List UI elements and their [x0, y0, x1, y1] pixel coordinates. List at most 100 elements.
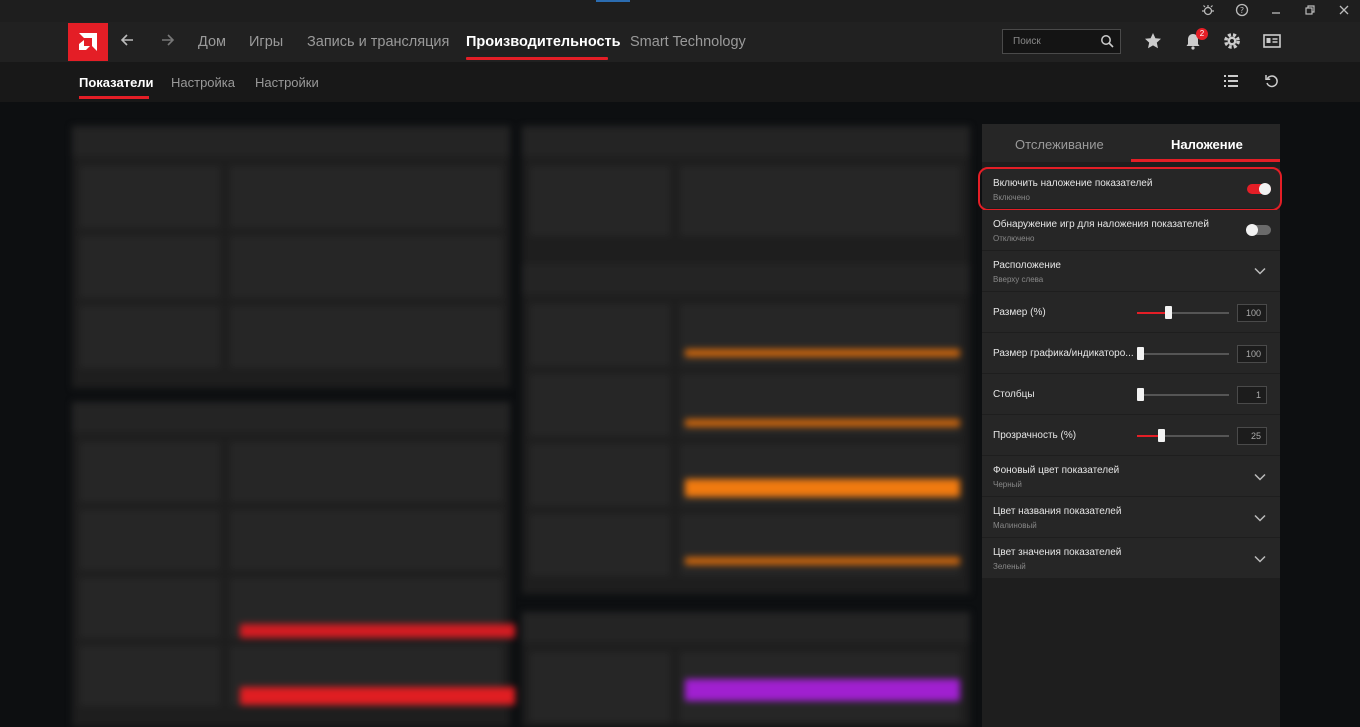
tab-tracking[interactable]: Отслеживание: [1015, 137, 1104, 152]
back-arrow-icon[interactable]: [119, 32, 135, 52]
chevron-down-icon[interactable]: [1254, 473, 1266, 481]
bg-color-value: Черный: [993, 480, 1022, 489]
nav-smart-technology[interactable]: Smart Technology: [630, 34, 746, 50]
nav-record-stream[interactable]: Запись и трансляция: [307, 34, 449, 50]
graph-size-slider-track[interactable]: [1137, 353, 1229, 355]
bg-cell: [530, 514, 670, 576]
bg-cell: [80, 306, 220, 368]
position-row[interactable]: [982, 251, 1280, 291]
size-label: Размер (%): [993, 307, 1046, 318]
bg-cell: [530, 166, 670, 236]
name-color-row[interactable]: [982, 497, 1280, 537]
help-icon[interactable]: ?: [1234, 3, 1250, 19]
columns-slider-thumb[interactable]: [1137, 388, 1144, 401]
bg-panel: [522, 126, 970, 264]
bg-cell: [530, 444, 670, 506]
columns-label: Столбцы: [993, 389, 1035, 400]
bg-panel-header: [522, 264, 970, 294]
size-slider-fill: [1137, 312, 1168, 314]
nav-games[interactable]: Игры: [249, 34, 283, 50]
bg-cell: [230, 166, 502, 228]
bg-orange-bar: [685, 419, 960, 427]
amd-logo[interactable]: [68, 23, 108, 61]
bg-cell: [680, 166, 960, 236]
overlay-tab-underline: [1131, 159, 1280, 162]
value-color-label: Цвет значения показателей: [993, 547, 1122, 558]
tab-settings[interactable]: Настройки: [255, 75, 319, 90]
svg-text:?: ?: [1240, 6, 1244, 15]
transparency-slider-thumb[interactable]: [1158, 429, 1165, 442]
bg-cell: [230, 442, 502, 502]
nav-performance[interactable]: Производительность: [466, 34, 621, 50]
list-view-icon[interactable]: [1222, 72, 1244, 94]
game-detection-row: [982, 210, 1280, 250]
value-color-value: Зеленый: [993, 562, 1026, 571]
size-value-field[interactable]: 100: [1237, 304, 1267, 322]
search-icon[interactable]: [1100, 34, 1114, 48]
bg-cell: [80, 166, 220, 228]
blurred-metrics-background: [60, 112, 980, 727]
bg-cell: [530, 304, 670, 366]
close-icon[interactable]: [1336, 3, 1352, 19]
bg-cell: [80, 646, 220, 706]
tab-overlay[interactable]: Наложение: [1171, 137, 1243, 152]
toggle-knob: [1246, 224, 1258, 236]
bg-red-bar: [240, 624, 515, 638]
bg-orange-bar: [685, 479, 960, 497]
bg-panel: [72, 126, 510, 388]
game-detection-toggle[interactable]: [1246, 224, 1271, 236]
columns-value-field[interactable]: 1: [1237, 386, 1267, 404]
graph-size-slider-thumb[interactable]: [1137, 347, 1144, 360]
game-detection-status: Отключено: [993, 234, 1035, 243]
minimize-icon[interactable]: [1268, 3, 1284, 19]
transparency-label: Прозрачность (%): [993, 430, 1077, 441]
settings-gear-icon[interactable]: [1222, 31, 1244, 53]
bg-cell: [230, 306, 502, 368]
forward-arrow-icon[interactable]: [160, 32, 176, 52]
highlight-annotation: [978, 167, 1282, 211]
notification-badge: 2: [1196, 28, 1208, 40]
bg-panel-header: [522, 126, 970, 156]
tab-tuning[interactable]: Настройка: [171, 75, 235, 90]
bug-report-icon[interactable]: [1200, 3, 1216, 19]
chevron-down-icon[interactable]: [1254, 555, 1266, 563]
bg-cell: [530, 652, 670, 722]
amd-logo-icon: [79, 33, 97, 51]
chevron-down-icon[interactable]: [1254, 514, 1266, 522]
bg-cell: [80, 510, 220, 570]
columns-slider-track[interactable]: [1137, 394, 1229, 396]
name-color-label: Цвет названия показателей: [993, 506, 1122, 517]
reset-icon[interactable]: [1263, 72, 1285, 94]
restore-icon[interactable]: [1302, 3, 1318, 19]
bg-color-row[interactable]: [982, 456, 1280, 496]
bg-panel: [522, 264, 970, 594]
bg-purple-bar: [685, 679, 960, 701]
tab-metrics[interactable]: Показатели: [79, 75, 154, 90]
transparency-value-field[interactable]: 25: [1237, 427, 1267, 445]
bg-cell: [230, 510, 502, 570]
graph-size-value-field[interactable]: 100: [1237, 345, 1267, 363]
favorites-star-icon[interactable]: [1143, 31, 1165, 53]
value-color-row[interactable]: [982, 538, 1280, 578]
title-accent: [596, 0, 630, 2]
bg-cell: [80, 578, 220, 638]
position-value: Вверху слева: [993, 275, 1044, 284]
profile-card-icon[interactable]: [1262, 31, 1284, 53]
search-placeholder: Поиск: [1013, 36, 1041, 47]
bg-red-bar: [240, 687, 515, 705]
bg-panel: [72, 402, 515, 727]
nav-active-underline: [466, 57, 608, 60]
bg-cell: [230, 236, 502, 298]
chevron-down-icon[interactable]: [1254, 267, 1266, 275]
nav-home[interactable]: Дом: [198, 34, 226, 50]
bg-cell: [80, 236, 220, 298]
title-bar: [0, 0, 1360, 22]
search-input[interactable]: Поиск: [1002, 29, 1121, 54]
game-detection-label: Обнаружение игр для наложения показателе…: [993, 219, 1209, 230]
bg-panel-header: [522, 612, 970, 642]
bg-cell: [680, 514, 960, 576]
bg-panel-header: [72, 402, 510, 432]
size-slider-thumb[interactable]: [1165, 306, 1172, 319]
bg-cell: [80, 442, 220, 502]
graph-size-label: Размер графика/индикаторо...: [993, 348, 1134, 359]
